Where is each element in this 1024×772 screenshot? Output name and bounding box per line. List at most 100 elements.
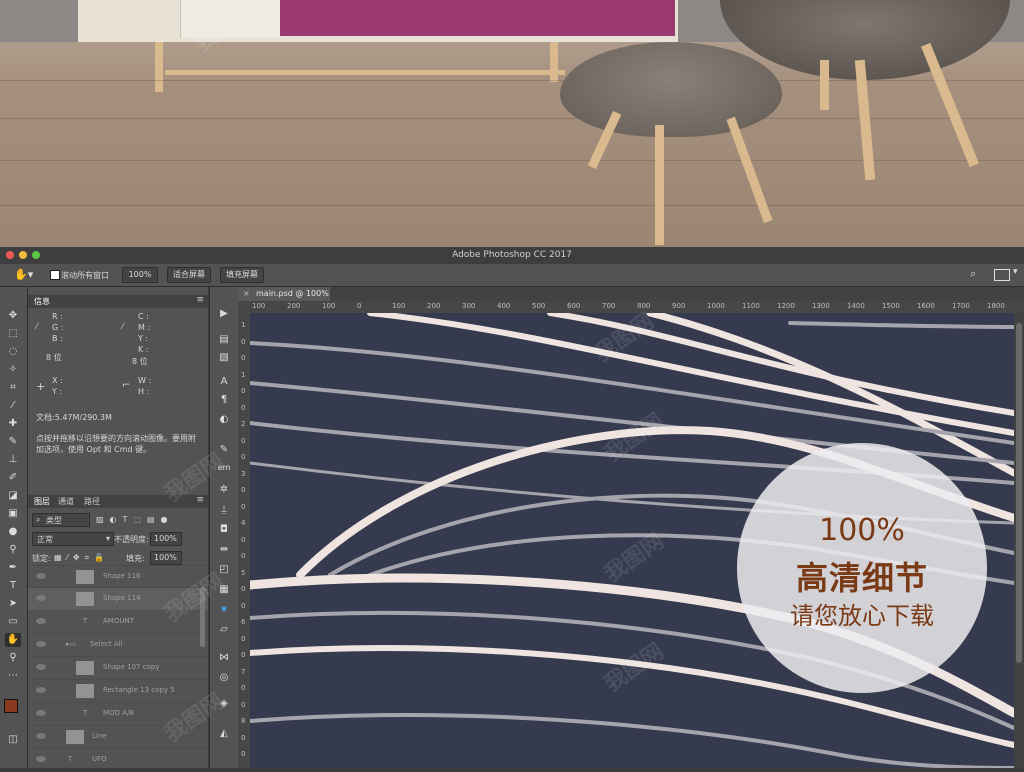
layer-row[interactable]: T MOD A/B: [28, 702, 208, 726]
scroll-thumb[interactable]: [1016, 323, 1022, 663]
chevron-down-icon: ▾: [105, 534, 110, 543]
fill-screen-button[interactable]: 填充屏幕: [220, 267, 264, 283]
history-brush-tool-icon[interactable]: ✐: [5, 471, 21, 485]
close-icon[interactable]: ×: [243, 287, 250, 301]
info-tab[interactable]: 信息: [34, 296, 50, 308]
dodge-tool-icon[interactable]: ⚲: [5, 543, 21, 557]
pen-tool-icon[interactable]: ✒: [5, 561, 21, 575]
lasso-tool-icon[interactable]: ◌: [5, 345, 21, 359]
eye-icon[interactable]: [36, 573, 46, 579]
brush-tool-icon[interactable]: ✎: [5, 435, 21, 449]
lock-icons[interactable]: ▦⁄✥⌗🔒: [54, 553, 109, 563]
document-tab[interactable]: × main.psd @ 100%: [238, 287, 330, 301]
zoom-tool-icon[interactable]: ⚲: [5, 651, 21, 665]
glyphs-icon[interactable]: em: [217, 461, 231, 475]
layer-row[interactable]: T UFO: [28, 748, 208, 772]
ruler-tick-label: 0: [241, 486, 246, 494]
stool-leg: [655, 125, 664, 245]
quick-mask-icon[interactable]: ◫: [5, 733, 21, 747]
scroll-all-checkbox[interactable]: [50, 270, 60, 280]
layer-row[interactable]: Shape 107 copy: [28, 656, 208, 680]
ruler-tick-label: 1700: [952, 302, 970, 310]
layers-icon[interactable]: ◈: [217, 697, 231, 711]
marquee-tool-icon[interactable]: ⬚: [5, 327, 21, 341]
layer-filter-select[interactable]: ⌕ 类型: [32, 513, 90, 527]
panel-menu-icon[interactable]: ≡: [196, 295, 204, 305]
histogram-icon[interactable]: ▧: [217, 351, 231, 365]
eraser-tool-icon[interactable]: ◪: [5, 489, 21, 503]
transform-icon[interactable]: ⋈: [217, 651, 231, 665]
brush-settings-icon[interactable]: ✎: [217, 443, 231, 457]
layers-scrollbar[interactable]: [200, 587, 205, 647]
panel-menu-icon[interactable]: ≡: [196, 495, 204, 505]
blur-tool-icon[interactable]: ●: [5, 525, 21, 539]
crosshair-icon: +: [36, 380, 46, 393]
type-tool-icon[interactable]: T: [5, 579, 21, 593]
swatches-icon[interactable]: ◘: [217, 523, 231, 537]
adjustments-icon[interactable]: ◐: [217, 413, 231, 427]
eye-icon[interactable]: [36, 595, 46, 601]
hand-tool-preset-icon[interactable]: ✋▾: [14, 268, 36, 282]
zoom-100-button[interactable]: 100%: [122, 267, 158, 283]
layer-row-selected[interactable]: Shape 114: [28, 587, 208, 611]
search-icon[interactable]: ⌕: [970, 268, 982, 280]
layer-row[interactable]: Rectangle 13 copy 5: [28, 679, 208, 703]
cc-libraries-icon[interactable]: ◎: [217, 671, 231, 685]
eye-icon[interactable]: [36, 641, 46, 647]
levels-icon[interactable]: ◭: [217, 727, 231, 741]
layer-row[interactable]: Shape 116: [28, 565, 208, 589]
play-icon[interactable]: ▶: [217, 307, 231, 321]
tab-channels[interactable]: 通道: [58, 496, 74, 508]
paragraph-icon[interactable]: ¶: [217, 393, 231, 407]
ruler-tick-label: 2: [241, 420, 246, 428]
layer-thumbnail: [76, 661, 94, 675]
chevron-down-icon[interactable]: ▾: [1013, 267, 1018, 277]
clone-stamp-tool-icon[interactable]: ⊥: [5, 453, 21, 467]
layer-row[interactable]: T AMOUNT: [28, 610, 208, 634]
stool-leg: [726, 116, 773, 224]
ruler-tick-label: 3: [241, 469, 246, 478]
layer-name: Rectangle 13 copy 5: [103, 686, 175, 694]
opacity-input[interactable]: 100%: [150, 532, 182, 546]
star-icon[interactable]: ★: [217, 603, 231, 617]
layer-row[interactable]: Line: [28, 725, 208, 749]
foreground-color-swatch[interactable]: [4, 699, 18, 713]
canvas-vertical-scrollbar[interactable]: [1014, 313, 1024, 768]
healing-brush-tool-icon[interactable]: ✚: [5, 417, 21, 431]
layer-thumbnail: [76, 570, 94, 584]
move-tool-icon[interactable]: ✥: [5, 309, 21, 323]
navigator-icon[interactable]: ✲: [217, 483, 231, 497]
path-selection-tool-icon[interactable]: ➤: [5, 597, 21, 611]
eye-icon[interactable]: [36, 733, 46, 739]
styles-icon[interactable]: ⍊: [217, 503, 231, 517]
more-tools-icon[interactable]: ⋯: [5, 669, 21, 683]
fit-screen-button[interactable]: 适合屏幕: [167, 267, 211, 283]
eye-icon[interactable]: [36, 687, 46, 693]
tab-paths[interactable]: 路径: [84, 496, 100, 508]
eye-icon[interactable]: [36, 756, 46, 762]
workspace-icon[interactable]: [994, 269, 1010, 281]
info-panel-icon[interactable]: ▤: [217, 333, 231, 347]
eye-icon[interactable]: [36, 664, 46, 670]
rectangle-tool-icon[interactable]: ▭: [5, 615, 21, 629]
layer-name: MOD A/B: [103, 709, 135, 717]
ruler-tick-label: 100: [252, 302, 266, 310]
tab-layers[interactable]: 图层: [34, 496, 50, 508]
crop-tool-icon[interactable]: ⌗: [5, 381, 21, 395]
eye-icon[interactable]: [36, 618, 46, 624]
eye-icon[interactable]: [36, 710, 46, 716]
magic-wand-tool-icon[interactable]: ✧: [5, 363, 21, 377]
grid-icon[interactable]: ▦: [217, 583, 231, 597]
blend-mode-select[interactable]: 正常 ▾: [32, 532, 114, 546]
properties-icon[interactable]: ⇹: [217, 543, 231, 557]
eyedropper-tool-icon[interactable]: ⁄: [5, 399, 21, 413]
gradient-tool-icon[interactable]: ▣: [5, 507, 21, 521]
hand-tool-icon[interactable]: ✋: [5, 633, 21, 647]
timeline-icon[interactable]: ◰: [217, 563, 231, 577]
layer-filter-icons[interactable]: ▨◐T⬚▤●: [96, 515, 174, 524]
ruler-tick-label: 900: [672, 302, 686, 310]
fill-input[interactable]: 100%: [150, 551, 182, 565]
character-icon[interactable]: A: [217, 375, 231, 389]
shape-icon[interactable]: ▱: [217, 623, 231, 637]
layer-group-row[interactable]: ▸▭ Select All: [28, 633, 208, 657]
